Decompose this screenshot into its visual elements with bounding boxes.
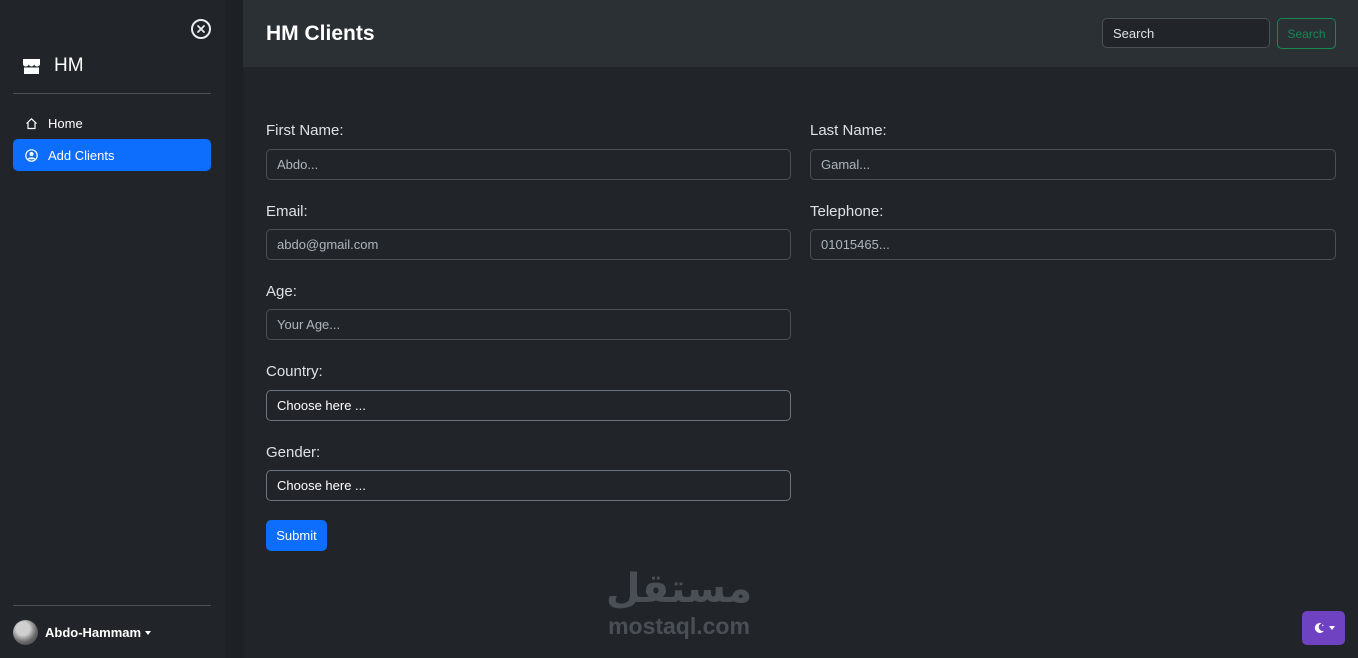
sidebar-item-add-clients[interactable]: Add Clients [13, 139, 211, 171]
telephone-input[interactable] [810, 229, 1336, 260]
gender-label: Gender: [266, 444, 321, 461]
sidebar: HM Home Add Clients Abdo-Hammam [0, 0, 225, 658]
avatar [13, 620, 38, 645]
watermark: مستقل mostaql.com [596, 565, 762, 647]
sidebar-item-label: Add Clients [48, 147, 115, 163]
shop-icon [22, 58, 41, 75]
sidebar-item-label: Home [48, 115, 83, 131]
gender-select-value: Choose here ... [277, 478, 366, 493]
brand-name: HM [54, 55, 84, 76]
theme-toggle-button[interactable] [1302, 611, 1345, 645]
header: HM Clients Search [243, 0, 1358, 67]
user-menu-toggle[interactable]: Abdo-Hammam [13, 620, 152, 645]
last-name-label: Last Name: [810, 122, 887, 139]
country-select-value: Choose here ... [277, 398, 366, 413]
age-input[interactable] [266, 309, 791, 340]
sidebar-nav: Home Add Clients [13, 107, 211, 171]
search-button[interactable]: Search [1277, 18, 1336, 49]
caret-down-icon [1328, 626, 1335, 630]
country-select[interactable]: Choose here ... [266, 390, 791, 421]
user-name: Abdo-Hammam [45, 625, 142, 640]
sidebar-gutter [225, 0, 243, 658]
telephone-label: Telephone: [810, 203, 884, 220]
moon-icon [1314, 622, 1324, 633]
home-icon [26, 117, 37, 129]
caret-down-icon [145, 630, 152, 635]
sidebar-item-home[interactable]: Home [13, 107, 211, 139]
country-label: Country: [266, 363, 323, 380]
search-input[interactable] [1102, 18, 1270, 48]
sidebar-divider [13, 93, 211, 94]
age-label: Age: [266, 283, 297, 300]
page-title: HM Clients [266, 22, 375, 45]
brand[interactable]: HM [22, 55, 84, 77]
person-circle-icon [25, 148, 38, 162]
watermark-arabic: مستقل [605, 566, 753, 612]
last-name-input[interactable] [810, 149, 1336, 180]
email-label: Email: [266, 203, 308, 220]
watermark-latin: mostaql.com [608, 613, 750, 639]
first-name-input[interactable] [266, 149, 791, 180]
close-icon [197, 25, 205, 33]
sidebar-divider [13, 605, 211, 606]
email-input[interactable] [266, 229, 791, 260]
close-sidebar-button[interactable] [191, 19, 211, 39]
submit-button[interactable]: Submit [266, 520, 327, 551]
gender-select[interactable]: Choose here ... [266, 470, 791, 501]
first-name-label: First Name: [266, 122, 344, 139]
